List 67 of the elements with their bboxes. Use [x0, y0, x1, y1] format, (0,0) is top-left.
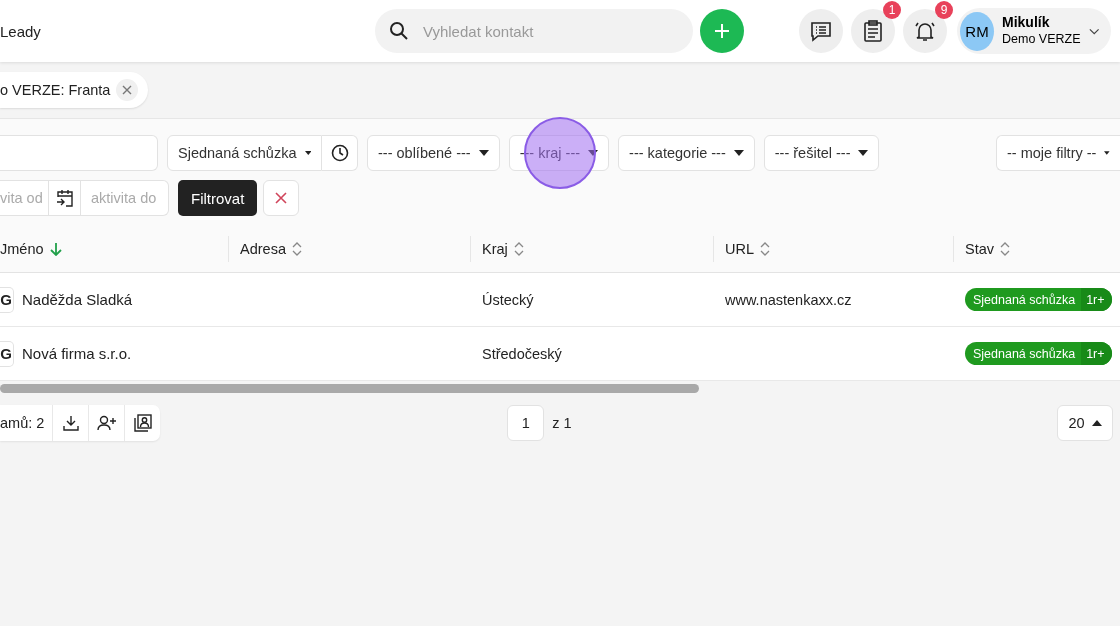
- filter-button[interactable]: Filtrovat: [178, 180, 258, 216]
- caret-icon: [1104, 150, 1110, 156]
- text-filter-field[interactable]: [0, 135, 158, 171]
- contact-card-icon: [133, 414, 152, 432]
- table-cell: www.nastenkaxx.cz: [725, 291, 852, 308]
- notification-count: 1: [883, 1, 901, 19]
- calendar-icon: [54, 188, 75, 208]
- user-name: Mikulík: [1002, 14, 1051, 31]
- close-icon: [275, 192, 288, 204]
- source-logo: G: [0, 286, 14, 313]
- caret-icon: [733, 150, 744, 156]
- bell-icon: [914, 20, 936, 42]
- chip-label: o VERZE: Franta: [0, 82, 111, 98]
- caret-icon: [858, 150, 869, 156]
- column-header[interactable]: Kraj: [482, 241, 508, 257]
- clock-icon: [330, 144, 349, 162]
- avatar: RM: [960, 11, 995, 51]
- toolbar-button[interactable]: [799, 9, 843, 53]
- status-tag: Sjednaná schůzka 1r+: [965, 288, 1112, 311]
- sort-icon[interactable]: [1000, 241, 1010, 257]
- record-count: amů: 2: [0, 414, 46, 433]
- remove-chip-button[interactable]: [116, 79, 139, 101]
- notification-count: 9: [935, 1, 953, 19]
- filter-select[interactable]: --- kategorie ---: [618, 135, 755, 171]
- date-to-field[interactable]: aktivita do: [81, 180, 169, 216]
- add-person-icon: [96, 415, 117, 431]
- saved-filters-select[interactable]: -- moje filtry --: [996, 135, 1120, 171]
- page-total: z 1: [552, 415, 572, 431]
- close-icon: [122, 85, 133, 95]
- column-header[interactable]: URL: [725, 241, 754, 257]
- sort-down-arrow-icon[interactable]: [49, 242, 62, 256]
- add-button[interactable]: [700, 9, 744, 53]
- download-icon: [62, 415, 79, 431]
- status-tag: Sjednaná schůzka 1r+: [965, 342, 1112, 365]
- caret-icon: [478, 150, 489, 156]
- search-input[interactable]: Vyhledat kontakt: [421, 21, 675, 41]
- column-header[interactable]: Adresa: [240, 241, 286, 257]
- search-field[interactable]: Vyhledat kontakt: [375, 9, 693, 53]
- page-size-select[interactable]: 20: [1057, 405, 1113, 441]
- filter-select[interactable]: --- oblíbené ---: [367, 135, 500, 171]
- sort-icon[interactable]: [760, 241, 770, 257]
- filter-select[interactable]: --- řešitel ---: [763, 135, 880, 171]
- sort-icon[interactable]: [513, 241, 524, 257]
- caret-icon: [588, 150, 599, 156]
- user-company: Demo VERZE: [1002, 31, 1081, 48]
- search-icon: [389, 21, 409, 41]
- history-button[interactable]: [322, 135, 358, 171]
- contact-name[interactable]: Nová firma s.r.o.: [22, 345, 132, 362]
- app-title: Leady: [0, 22, 42, 40]
- table-cell: Středočeský: [482, 345, 562, 362]
- clear-filters-button[interactable]: [263, 180, 300, 216]
- status-select[interactable]: Sjednaná schůzka: [167, 135, 322, 171]
- source-logo: G: [0, 340, 14, 367]
- column-header[interactable]: Stav: [965, 241, 994, 257]
- caret-up-icon: [1091, 420, 1102, 426]
- column-header[interactable]: Jméno: [0, 241, 44, 257]
- contact-name[interactable]: Naděžda Sladká: [22, 291, 133, 308]
- sort-icon[interactable]: [291, 241, 302, 257]
- scrollbar-thumb[interactable]: [0, 384, 699, 393]
- plus-icon: [714, 23, 730, 39]
- clipboard-icon: [863, 20, 883, 42]
- message-icon: [810, 20, 832, 42]
- chevron-down-icon: [1088, 27, 1099, 35]
- table-cell: Ústecký: [482, 291, 534, 308]
- caret-icon: [304, 150, 311, 156]
- date-from-field[interactable]: vita od: [0, 180, 48, 216]
- page-field[interactable]: 1: [507, 405, 545, 441]
